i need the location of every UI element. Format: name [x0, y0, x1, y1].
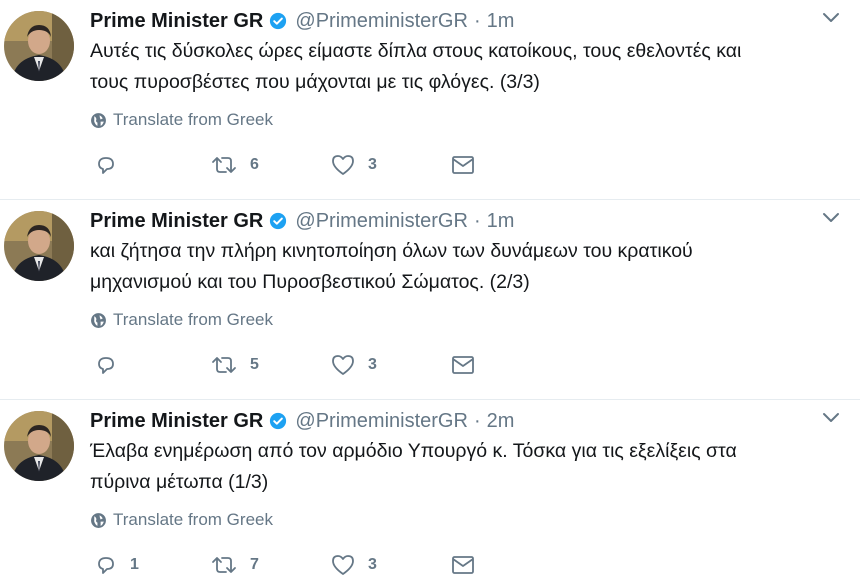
heart-icon	[332, 555, 354, 575]
tweet-actions: 1 7 3	[0, 550, 860, 576]
tweet-text-line: τους πυροσβέστες που μάχονται με τις φλό…	[90, 71, 540, 93]
avatar[interactable]	[4, 411, 74, 481]
envelope-icon	[452, 356, 474, 374]
author-handle[interactable]: @PrimeministerGR	[295, 408, 468, 434]
verified-badge-icon	[270, 12, 287, 30]
author-name[interactable]: Prime Minister GR	[90, 408, 263, 434]
direct-message-button[interactable]	[450, 350, 476, 380]
tweet-text-line: Αυτές τις δύσκολες ώρες είμαστε δίπλα στ…	[90, 40, 742, 62]
tweet[interactable]: Prime Minister GR @PrimeministerGR · 2m …	[0, 400, 860, 576]
retweet-icon	[212, 157, 236, 173]
like-button[interactable]: 3	[330, 550, 377, 576]
tweet-text-line: μηχανισμού και του Πυροσβεστικού Σώματος…	[90, 271, 530, 293]
translate-label: Translate from Greek	[113, 510, 273, 529]
reply-count: 1	[130, 556, 139, 573]
retweet-button[interactable]: 6	[210, 150, 259, 180]
separator-dot: ·	[473, 10, 481, 32]
author-handle[interactable]: @PrimeministerGR	[295, 8, 468, 34]
tweet-text-line: πύρινα μέτωπα (1/3)	[90, 471, 269, 493]
verified-badge-icon	[270, 212, 287, 230]
like-button[interactable]: 3	[330, 350, 377, 380]
avatar[interactable]	[4, 211, 74, 281]
tweet[interactable]: Prime Minister GR @PrimeministerGR · 1m …	[0, 200, 860, 400]
tweet-text: Έλαβα ενημέρωση από τον αρμόδιο Υπουργό …	[90, 436, 830, 498]
separator-dot: ·	[473, 210, 481, 232]
retweet-icon	[212, 557, 236, 573]
avatar[interactable]	[4, 11, 74, 81]
retweet-icon	[212, 357, 236, 373]
retweet-count: 5	[250, 356, 259, 373]
translate-link[interactable]: Translate from Greek	[90, 310, 273, 330]
retweet-count: 6	[250, 156, 259, 173]
author-name[interactable]: Prime Minister GR	[90, 8, 263, 34]
translate-link[interactable]: Translate from Greek	[90, 510, 273, 530]
reply-icon	[98, 557, 114, 574]
like-count: 3	[368, 156, 377, 173]
tweet-actions: 5 3	[0, 350, 860, 380]
author-name[interactable]: Prime Minister GR	[90, 208, 263, 234]
tweet-timestamp[interactable]: 2m	[487, 408, 515, 434]
envelope-icon	[452, 156, 474, 174]
globe-icon	[91, 112, 106, 128]
verified-badge-icon	[270, 412, 287, 430]
author-handle[interactable]: @PrimeministerGR	[295, 208, 468, 234]
like-button[interactable]: 3	[330, 150, 377, 180]
tweet-actions: 6 3	[0, 150, 860, 180]
heart-icon	[332, 155, 354, 175]
translate-link[interactable]: Translate from Greek	[90, 110, 273, 130]
retweet-button[interactable]: 7	[210, 550, 259, 576]
reply-button[interactable]	[94, 350, 130, 380]
tweet-text: Αυτές τις δύσκολες ώρες είμαστε δίπλα στ…	[90, 36, 830, 98]
like-count: 3	[368, 556, 377, 573]
direct-message-button[interactable]	[450, 550, 476, 576]
reply-button[interactable]: 1	[94, 550, 139, 576]
translate-label: Translate from Greek	[113, 110, 273, 129]
tweet-text-line: Έλαβα ενημέρωση από τον αρμόδιο Υπουργό …	[90, 440, 737, 462]
direct-message-button[interactable]	[450, 150, 476, 180]
tweet-timestamp[interactable]: 1m	[487, 8, 515, 34]
globe-icon	[91, 312, 106, 328]
tweet-header: Prime Minister GR @PrimeministerGR · 1m	[90, 8, 514, 34]
reply-icon	[98, 357, 114, 374]
tweet[interactable]: Prime Minister GR @PrimeministerGR · 1m …	[0, 0, 860, 200]
tweet-text-line: και ζήτησα την πλήρη κινητοποίηση όλων τ…	[90, 240, 693, 262]
tweet-header: Prime Minister GR @PrimeministerGR · 1m	[90, 208, 514, 234]
chevron-down-icon[interactable]	[822, 12, 840, 24]
chevron-down-icon[interactable]	[822, 212, 840, 224]
tweet-timestamp[interactable]: 1m	[487, 208, 515, 234]
tweet-text: και ζήτησα την πλήρη κινητοποίηση όλων τ…	[90, 236, 830, 298]
separator-dot: ·	[473, 410, 481, 432]
heart-icon	[332, 355, 354, 375]
retweet-button[interactable]: 5	[210, 350, 259, 380]
reply-icon	[98, 157, 114, 174]
tweet-feed: Prime Minister GR @PrimeministerGR · 1m …	[0, 0, 860, 576]
tweet-header: Prime Minister GR @PrimeministerGR · 2m	[90, 408, 514, 434]
chevron-down-icon[interactable]	[822, 412, 840, 424]
reply-button[interactable]	[94, 150, 130, 180]
like-count: 3	[368, 356, 377, 373]
translate-label: Translate from Greek	[113, 310, 273, 329]
globe-icon	[91, 512, 106, 528]
retweet-count: 7	[250, 556, 259, 573]
envelope-icon	[452, 556, 474, 574]
